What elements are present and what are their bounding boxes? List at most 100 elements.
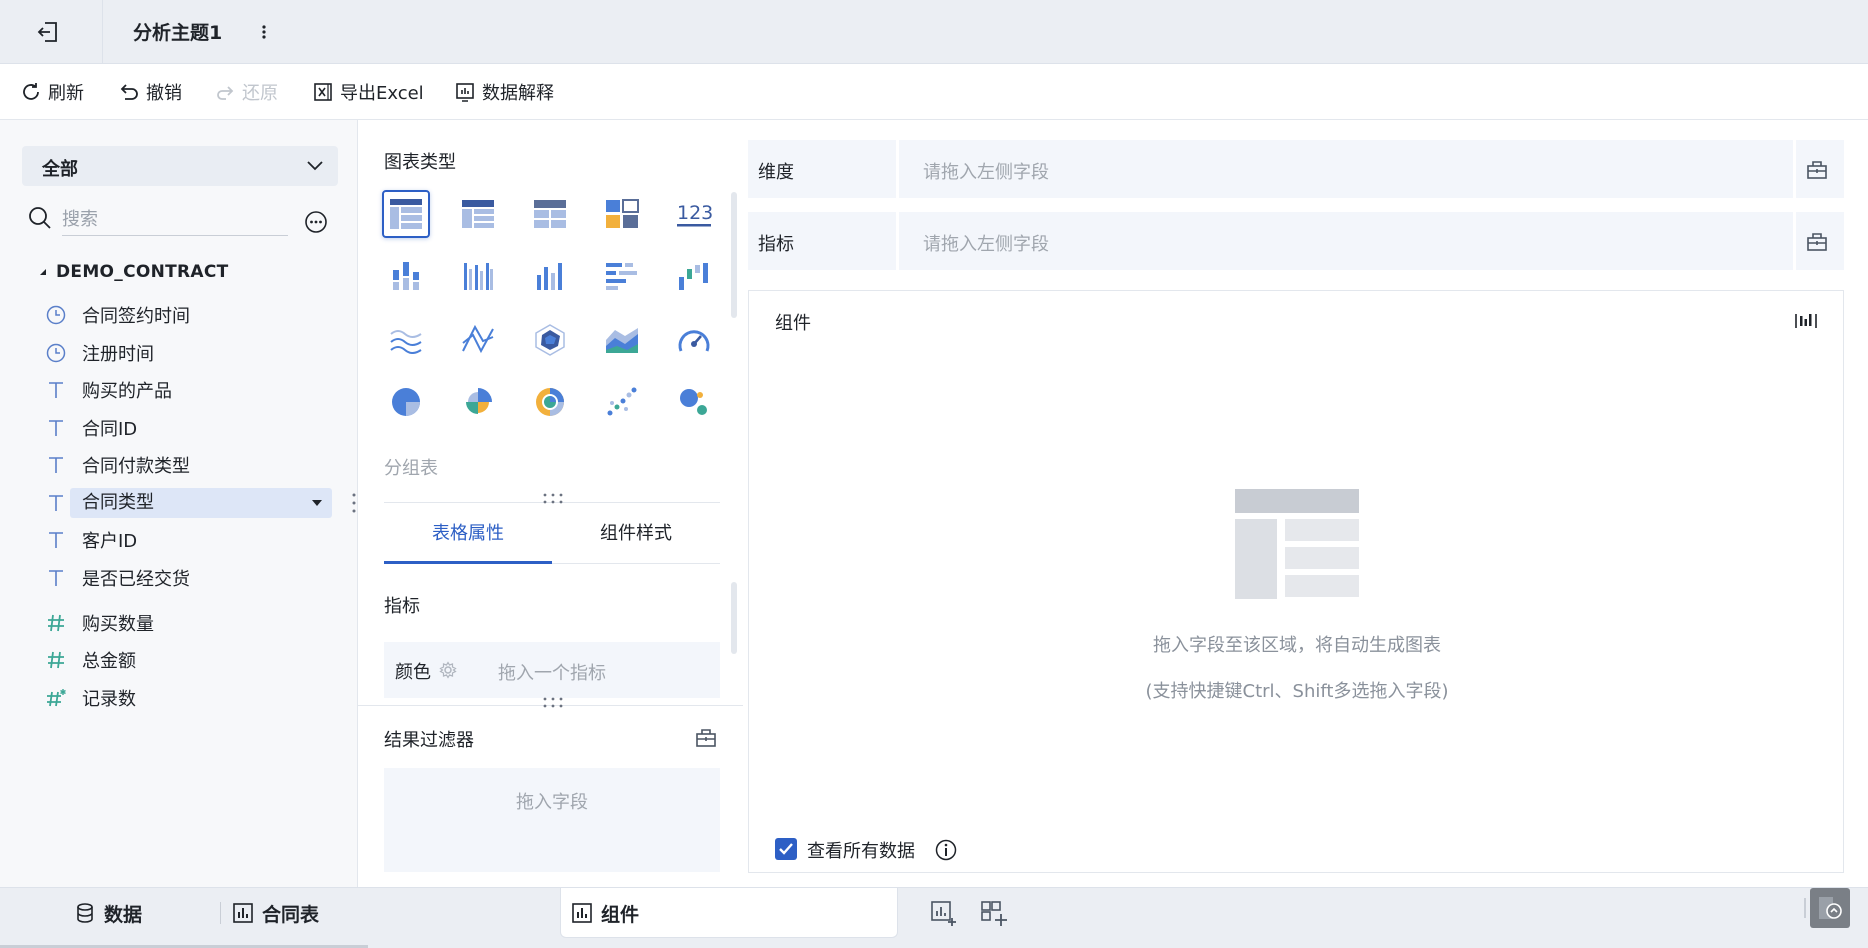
stacked-bar-icon[interactable] <box>382 252 430 300</box>
tab-component: 组件 <box>571 888 639 938</box>
excel-icon <box>314 83 332 101</box>
text-type-icon <box>44 416 68 440</box>
bar-chart-icon[interactable] <box>526 252 574 300</box>
dropdown-arrow-icon[interactable] <box>312 500 322 506</box>
radar-icon[interactable] <box>526 316 574 364</box>
gauge-icon[interactable] <box>670 316 718 364</box>
undo-button[interactable]: 撤销 <box>118 78 182 106</box>
add-component-icon[interactable] <box>930 900 958 928</box>
scrollbar[interactable] <box>731 192 737 318</box>
field-item[interactable]: 购买数量 <box>44 607 334 639</box>
resize-handle-icon[interactable] <box>541 493 565 505</box>
field-item[interactable]: 合同ID <box>44 412 334 444</box>
refresh-button[interactable]: 刷新 <box>20 78 84 106</box>
redo-button[interactable]: 还原 <box>214 78 278 106</box>
refresh-icon <box>23 83 39 100</box>
toolbar: 刷新 撤销 还原 导出Excel 数据解释 <box>0 64 1868 120</box>
chart-type-title: 图表类型 <box>384 152 456 173</box>
tab-component-label: 组件 <box>601 903 640 926</box>
cross-table-icon[interactable] <box>454 190 502 238</box>
add-dashboard-icon[interactable] <box>980 900 1008 928</box>
shelf-settings-icon[interactable] <box>1806 160 1828 180</box>
line-chart-icon[interactable] <box>382 316 430 364</box>
top-bar: 分析主题1 <box>0 0 1868 64</box>
dimension-placeholder: 请拖入左侧字段 <box>923 162 1049 183</box>
svg-text:123: 123 <box>677 202 712 224</box>
text-type-icon <box>44 566 68 590</box>
field-item[interactable]: 合同付款类型 <box>44 449 334 481</box>
tab-component-active[interactable]: 组件 <box>560 888 898 938</box>
chart-switch-icon[interactable] <box>1795 311 1817 331</box>
text-type-icon <box>44 453 68 477</box>
empty-hint: 拖入字段至该区域，将自动生成图表 <box>1153 635 1441 656</box>
field-item-selected[interactable]: 合同类型 <box>44 487 334 519</box>
info-icon[interactable] <box>935 839 957 861</box>
metric-shelf[interactable]: 指标 请拖入左侧字段 <box>748 212 1844 270</box>
area-chart-icon[interactable] <box>598 316 646 364</box>
shelf-settings-icon[interactable] <box>1806 232 1828 252</box>
field-item[interactable]: 购买的产品 <box>44 374 334 406</box>
field-item[interactable]: 合同签约时间 <box>44 299 334 331</box>
detail-table-icon[interactable] <box>526 190 574 238</box>
field-label: 客户ID <box>82 531 138 552</box>
collapse-panel-icon[interactable] <box>1810 888 1850 928</box>
export-excel-button[interactable]: 导出Excel <box>312 78 424 106</box>
component-canvas[interactable]: 组件 拖入字段至该区域，将自动生成图表 (支持快捷键Ctrl、Shift多选拖入… <box>748 290 1844 873</box>
caret-icon <box>40 269 46 275</box>
color-drop-zone[interactable]: 颜色 拖入一个指标 <box>384 642 720 698</box>
metric-section-label: 指标 <box>384 596 420 617</box>
tab-table-properties[interactable]: 表格属性 <box>384 516 552 564</box>
tab-contract-table-label: 合同表 <box>262 903 320 926</box>
tab-contract-table[interactable]: 合同表 <box>232 888 319 938</box>
rose-chart-icon[interactable] <box>454 378 502 426</box>
color-label: 颜色 <box>395 662 431 683</box>
field-label-text: 合同类型 <box>82 492 154 513</box>
bubble-icon[interactable] <box>670 378 718 426</box>
sunburst-icon[interactable] <box>526 378 574 426</box>
waterfall-icon[interactable] <box>670 252 718 300</box>
selected-chart-type-label: 分组表 <box>384 458 438 479</box>
field-item[interactable]: 客户ID <box>44 524 334 556</box>
field-label: 是否已经交货 <box>82 569 190 590</box>
tab-data[interactable]: 数据 <box>74 888 142 938</box>
field-label: 合同ID <box>82 419 138 440</box>
scatter-icon[interactable] <box>598 378 646 426</box>
gear-icon[interactable] <box>439 661 457 679</box>
text-type-icon <box>44 528 68 552</box>
pie-chart-icon[interactable] <box>382 378 430 426</box>
exit-icon[interactable] <box>34 18 62 46</box>
divider <box>1793 140 1796 198</box>
more-options-icon[interactable] <box>304 210 328 234</box>
tab-component-style[interactable]: 组件样式 <box>552 516 720 564</box>
divider <box>896 140 899 198</box>
table-node[interactable]: DEMO_CONTRACT <box>38 262 229 282</box>
divider <box>220 902 221 924</box>
field-item[interactable]: 是否已经交货 <box>44 562 334 594</box>
field-label: 购买数量 <box>82 614 154 635</box>
filter-drop-zone[interactable]: 拖入字段 <box>384 768 720 872</box>
grouped-bar-icon[interactable] <box>454 252 502 300</box>
number-icon[interactable]: 123 <box>670 190 718 238</box>
data-explain-button[interactable]: 数据解释 <box>454 78 554 106</box>
field-item[interactable]: 记录数 <box>44 682 334 714</box>
resize-handle-icon[interactable] <box>541 697 565 709</box>
view-all-data-checkbox[interactable] <box>775 838 797 860</box>
grouped-table-icon[interactable] <box>382 190 430 238</box>
number-type-icon <box>44 648 68 672</box>
more-vertical-icon[interactable] <box>255 20 273 44</box>
dataset-select[interactable]: 全部 <box>22 146 338 186</box>
dimension-label: 维度 <box>758 162 794 183</box>
dimension-shelf[interactable]: 维度 请拖入左侧字段 <box>748 140 1844 198</box>
horizontal-bar-icon[interactable] <box>598 252 646 300</box>
chevron-down-icon <box>306 158 324 172</box>
page-title: 分析主题1 <box>133 22 223 44</box>
kpi-card-icon[interactable] <box>598 190 646 238</box>
text-type-icon <box>44 378 68 402</box>
scrollbar[interactable] <box>731 582 737 654</box>
color-placeholder: 拖入一个指标 <box>498 663 606 684</box>
search-input[interactable] <box>62 204 288 236</box>
field-item[interactable]: 注册时间 <box>44 337 334 369</box>
field-item[interactable]: 总金额 <box>44 644 334 676</box>
filter-settings-icon[interactable] <box>695 728 717 748</box>
polyline-icon[interactable] <box>454 316 502 364</box>
